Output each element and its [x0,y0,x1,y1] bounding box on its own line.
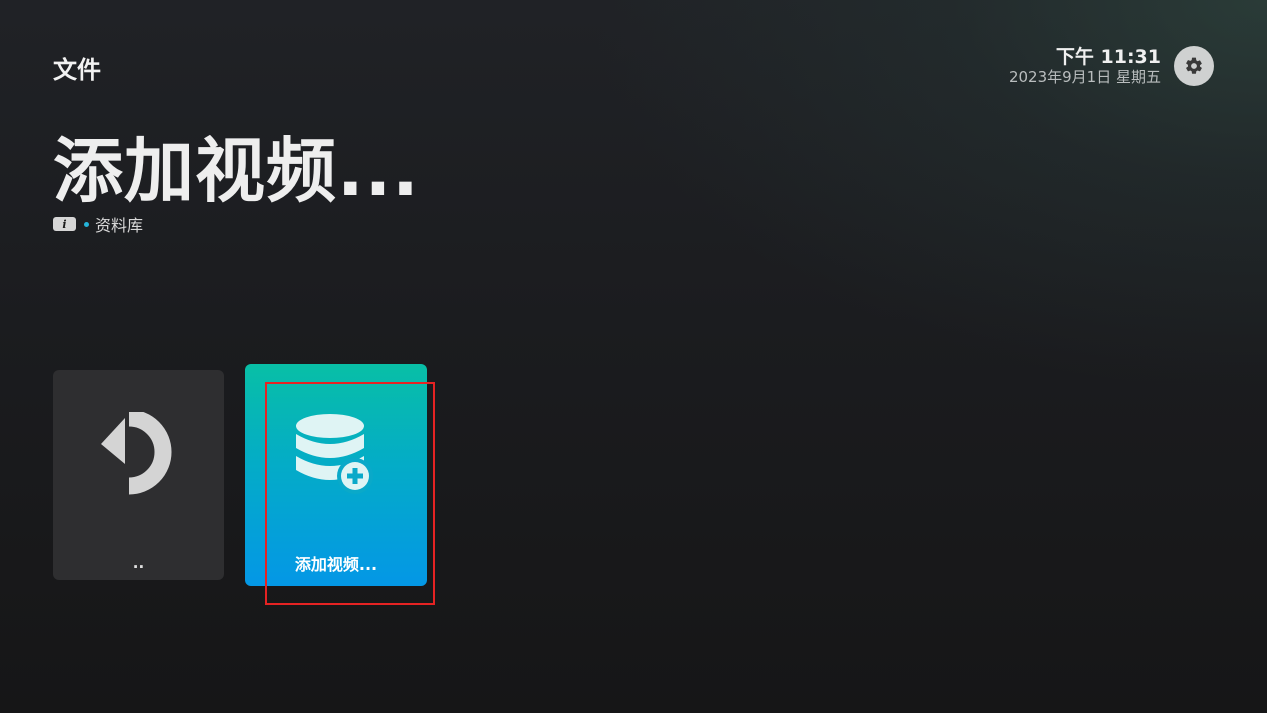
tile-parent-directory-label: .. [132,554,145,572]
tile-add-video-label: 添加视频... [294,555,378,574]
database-add-icon [295,412,377,498]
breadcrumb-separator-dot [84,221,89,227]
info-icon: i [53,217,76,231]
settings-button[interactable] [1174,46,1214,86]
tile-add-video[interactable]: 添加视频... [245,364,427,586]
clock-time: 下午 11:31 [1055,46,1161,68]
page-title: 添加视频... [53,130,420,212]
gear-icon [1186,57,1202,74]
clock: 下午 11:31 2023年9月1日 星期五 [1009,46,1161,86]
breadcrumb-location: 资料库 [95,216,144,235]
background [0,0,1267,713]
clock-date: 2023年9月1日 星期五 [1008,68,1161,86]
breadcrumb: i 资料库 [53,213,143,235]
tile-parent-directory[interactable]: .. [53,370,224,580]
section-title: 文件 [53,56,101,84]
undo-arrow-icon [93,409,181,502]
